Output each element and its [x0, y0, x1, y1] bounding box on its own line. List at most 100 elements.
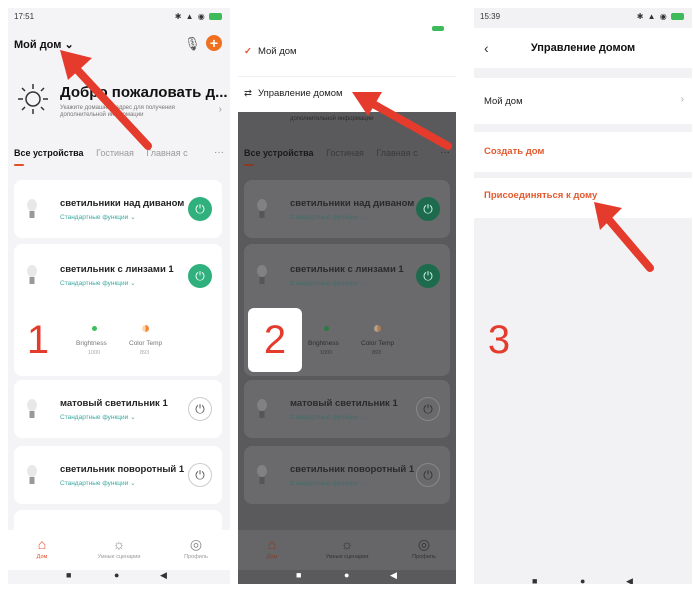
page-title: Управление домом: [530, 42, 636, 54]
profile-icon: ◎: [417, 536, 431, 552]
tab-all-devices[interactable]: Все устройства: [14, 148, 84, 158]
device-card[interactable]: матовый светильник 1 Стандартные функции…: [14, 380, 222, 438]
screen-home-management: 15:39 ✱ ▲ ◉ ‹ Управление домом Мой дом ›…: [474, 8, 692, 584]
tab-living-room[interactable]: Гостиная: [96, 148, 134, 158]
brightness-label: Brightness: [308, 340, 339, 347]
color-temp-icon[interactable]: [374, 325, 381, 332]
device-function-link[interactable]: Стандартные функции ⌄: [60, 413, 136, 421]
nav-home[interactable]: ⌂ Дом: [12, 536, 72, 560]
sun-icon: [18, 84, 48, 114]
device-function-link[interactable]: Стандартные функции ⌄: [290, 413, 366, 421]
home-system-icon[interactable]: ●: [344, 570, 349, 580]
step-number-3: 3: [487, 318, 511, 362]
bottom-nav: ⌂ Дом ☼ Умные сценарии ◎ Профиль: [8, 530, 230, 570]
power-button[interactable]: ⏻: [188, 197, 212, 221]
back-system-icon[interactable]: ◀: [390, 570, 397, 581]
power-button[interactable]: ⏻: [416, 264, 440, 288]
recents-icon[interactable]: ■: [296, 570, 301, 580]
menu-item-manage-home[interactable]: ⇄ Управление домом: [244, 88, 343, 99]
status-time: 15:39: [480, 12, 501, 21]
color-temp-icon[interactable]: [142, 325, 149, 332]
menu-item-my-home[interactable]: ✓ Мой дом: [244, 46, 297, 57]
join-home-button[interactable]: Присоединяться к дому: [474, 178, 692, 218]
room-tabs: Все устройства Гостиная Главная с: [14, 148, 198, 164]
bulb-icon: [27, 465, 37, 484]
color-temp-label: Color Temp: [129, 340, 163, 347]
brightness-icon[interactable]: [92, 326, 97, 331]
back-system-icon[interactable]: ◀: [626, 576, 633, 584]
back-system-icon[interactable]: ◀: [160, 570, 167, 581]
welcome-subtitle: дополнительной информации: [290, 116, 374, 122]
device-function-link[interactable]: Стандартные функции ⌄: [290, 213, 366, 221]
status-icons: ✱ ▲ ◉: [175, 12, 222, 21]
device-function-link[interactable]: Стандартные функции ⌄: [290, 479, 366, 487]
device-function-link[interactable]: Стандартные функции ⌄: [60, 213, 136, 221]
device-card[interactable]: светильники над диваном Стандартные функ…: [244, 180, 450, 238]
device-card[interactable]: светильник поворотный 1 Стандартные функ…: [244, 446, 450, 504]
device-card[interactable]: светильник поворотный 1 Стандартные функ…: [14, 446, 222, 504]
device-function-link[interactable]: Стандартные функции ⌄: [60, 279, 136, 287]
nav-profile[interactable]: ◎ Профиль: [394, 536, 454, 560]
color-temp-value: 893: [140, 350, 150, 356]
battery-icon: [671, 13, 684, 21]
welcome-title[interactable]: Добро пожаловать д...: [60, 84, 228, 101]
device-name: светильники над диваном: [60, 198, 185, 209]
screen-home-menu: ✓ Мой дом ⇄ Управление домом дополнительно…: [238, 8, 456, 584]
bulb-icon: [27, 399, 37, 418]
brightness-value: 1000: [88, 350, 101, 356]
power-button[interactable]: ⏻: [188, 463, 212, 487]
app-header: ‹ Управление домом: [474, 28, 692, 68]
power-button[interactable]: ⏻: [416, 463, 440, 487]
divider: [238, 76, 456, 77]
power-button[interactable]: ⏻: [416, 397, 440, 421]
add-button[interactable]: +: [206, 35, 222, 51]
bulb-icon: [27, 199, 37, 218]
device-name: светильник с линзами 1: [290, 264, 404, 275]
profile-icon: ◎: [189, 536, 203, 552]
bulb-icon: [257, 265, 267, 284]
brightness-icon[interactable]: [324, 326, 329, 331]
welcome-subtitle: Укажите домашний адрес для получения доп…: [60, 105, 175, 118]
more-icon[interactable]: ···: [440, 147, 450, 158]
device-function-link[interactable]: Стандартные функции ⌄: [290, 279, 366, 287]
battery-icon: [209, 13, 222, 21]
mic-icon[interactable]: 🎙: [184, 36, 201, 52]
tab-indicator: [244, 164, 254, 166]
brightness-value: 1000: [320, 350, 333, 356]
nav-scenes[interactable]: ☼ Умные сценарии: [89, 536, 149, 560]
create-home-button[interactable]: Создать дом: [474, 132, 692, 172]
power-button[interactable]: ⏻: [416, 197, 440, 221]
bulb-icon: [257, 199, 267, 218]
tab-all-devices[interactable]: Все устройства: [244, 148, 314, 158]
bulb-icon: [27, 265, 37, 284]
home-system-icon[interactable]: ●: [114, 570, 119, 580]
recents-icon[interactable]: ■: [532, 576, 537, 584]
chevron-right-icon[interactable]: ›: [219, 104, 222, 115]
device-card[interactable]: светильники над диваном Стандартные функ…: [14, 180, 222, 238]
device-function-link[interactable]: Стандартные функции ⌄: [60, 479, 136, 487]
nav-profile[interactable]: ◎ Профиль: [166, 536, 226, 560]
system-nav-bar: ■ ● ◀: [474, 576, 692, 584]
chevron-down-icon: ⌄: [64, 39, 74, 51]
tab-main[interactable]: Главная с: [376, 148, 417, 158]
room-tabs: Все устройства Гостиная Главная с: [244, 148, 428, 164]
home-selector[interactable]: Мой дом ⌄: [14, 38, 74, 51]
recents-icon[interactable]: ■: [66, 570, 71, 580]
power-button[interactable]: ⏻: [188, 397, 212, 421]
device-name: матовый светильник 1: [60, 398, 168, 409]
tab-main[interactable]: Главная с: [146, 148, 187, 158]
home-system-icon[interactable]: ●: [580, 576, 585, 584]
device-name: светильник с линзами 1: [60, 264, 174, 275]
bulb-icon: [257, 399, 267, 418]
step-number-2: 2: [248, 308, 302, 372]
brightness-label: Brightness: [76, 340, 107, 347]
more-icon[interactable]: ···: [214, 147, 224, 158]
nav-scenes[interactable]: ☼ Умные сценарии: [317, 536, 377, 560]
scenes-icon: ☼: [112, 536, 126, 552]
list-item-my-home[interactable]: Мой дом ›: [474, 78, 692, 124]
nav-home[interactable]: ⌂ Дом: [242, 536, 302, 560]
device-card[interactable]: матовый светильник 1 Стандартные функции…: [244, 380, 450, 438]
tab-living-room[interactable]: Гостиная: [326, 148, 364, 158]
power-button[interactable]: ⏻: [188, 264, 212, 288]
status-bar: 17:51 ✱ ▲ ◉: [8, 12, 230, 24]
